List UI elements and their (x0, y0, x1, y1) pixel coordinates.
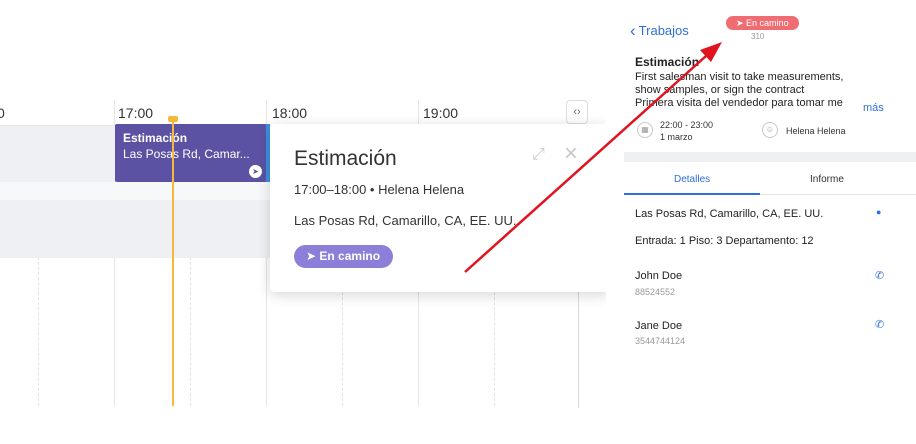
job-date: 1 marzo (660, 132, 693, 142)
time-label-16: 0 (0, 105, 5, 121)
time-label-18: 18:00 (272, 105, 308, 121)
event-popover: Estimación ⤢ × 17:00–18:00 • Helena Hele… (270, 124, 606, 292)
mobile-job-detail: ‹ Trabajos ➤ En camino 310 Estimación Fir… (624, 0, 916, 444)
user-icon: ☺ (762, 122, 778, 138)
job-code: 310 (751, 32, 765, 41)
show-more-link[interactable]: más (861, 102, 884, 114)
tab-detalles[interactable]: Detalles (674, 174, 710, 185)
job-status-badge[interactable]: ➤ En camino (726, 16, 799, 30)
job-address[interactable]: Las Posas Rd, Camarillo, CA, EE. UU. (635, 208, 823, 220)
popover-time-assignee: 17:00–18:00 • Helena Helena (294, 182, 465, 197)
time-label-19: 19:00 (423, 105, 459, 121)
current-time-cap (168, 116, 178, 122)
chevron-left-icon: ‹ (630, 21, 636, 40)
timeline-scroll-toggle[interactable]: ‹› (566, 100, 588, 124)
time-label-17: 17:00 (118, 105, 154, 121)
job-status-label: En camino (746, 18, 789, 28)
event-title: Estimación (123, 131, 188, 145)
address-details: Entrada: 1 Piso: 3 Departamento: 12 (635, 235, 814, 247)
contact-phone: 88524552 (635, 287, 676, 297)
tab-informe[interactable]: Informe (810, 174, 844, 185)
phone-icon[interactable]: ✆ (875, 318, 884, 331)
schedule-view: 0 17:00 18:00 19:00 ‹› Estimación Las Po… (0, 0, 606, 444)
back-button[interactable]: ‹ Trabajos (630, 20, 689, 40)
popover-address: Las Posas Rd, Camarillo, CA, EE. UU. (294, 213, 517, 228)
navigation-arrow-icon: ➤ (736, 18, 747, 28)
popover-status-label: En camino (319, 249, 381, 263)
navigation-arrow-icon: ➤ (306, 249, 320, 263)
calendar-icon: ▦ (637, 122, 653, 138)
schedule-event-block[interactable]: Estimación Las Posas Rd, Camar... ➤ (115, 124, 267, 182)
job-assignee: Helena Helena (786, 126, 846, 136)
job-title: Estimación (635, 55, 700, 69)
job-time: 22:00 - 23:00 (660, 120, 714, 130)
current-time-indicator (172, 118, 174, 406)
popover-status-badge[interactable]: ➤ En camino (294, 245, 394, 268)
en-camino-status-icon: ➤ (249, 165, 262, 178)
description-line: First salesman visit to take measurement… (635, 71, 844, 83)
contact-phone: 3544744124 (635, 336, 686, 346)
expand-icon[interactable]: ⤢ (532, 146, 545, 164)
event-address: Las Posas Rd, Camar... (123, 147, 250, 161)
active-tab-indicator (624, 193, 760, 195)
popover-title: Estimación (294, 147, 397, 170)
description-line: show samples, or sign the contract (635, 84, 805, 96)
contact-name: John Doe (635, 270, 683, 282)
map-pin-icon[interactable]: ● (876, 207, 881, 217)
phone-icon[interactable]: ✆ (875, 269, 884, 282)
contact-name: Jane Doe (635, 320, 683, 332)
back-label: Trabajos (638, 23, 689, 38)
close-icon[interactable]: × (564, 140, 578, 168)
section-separator (624, 152, 916, 162)
